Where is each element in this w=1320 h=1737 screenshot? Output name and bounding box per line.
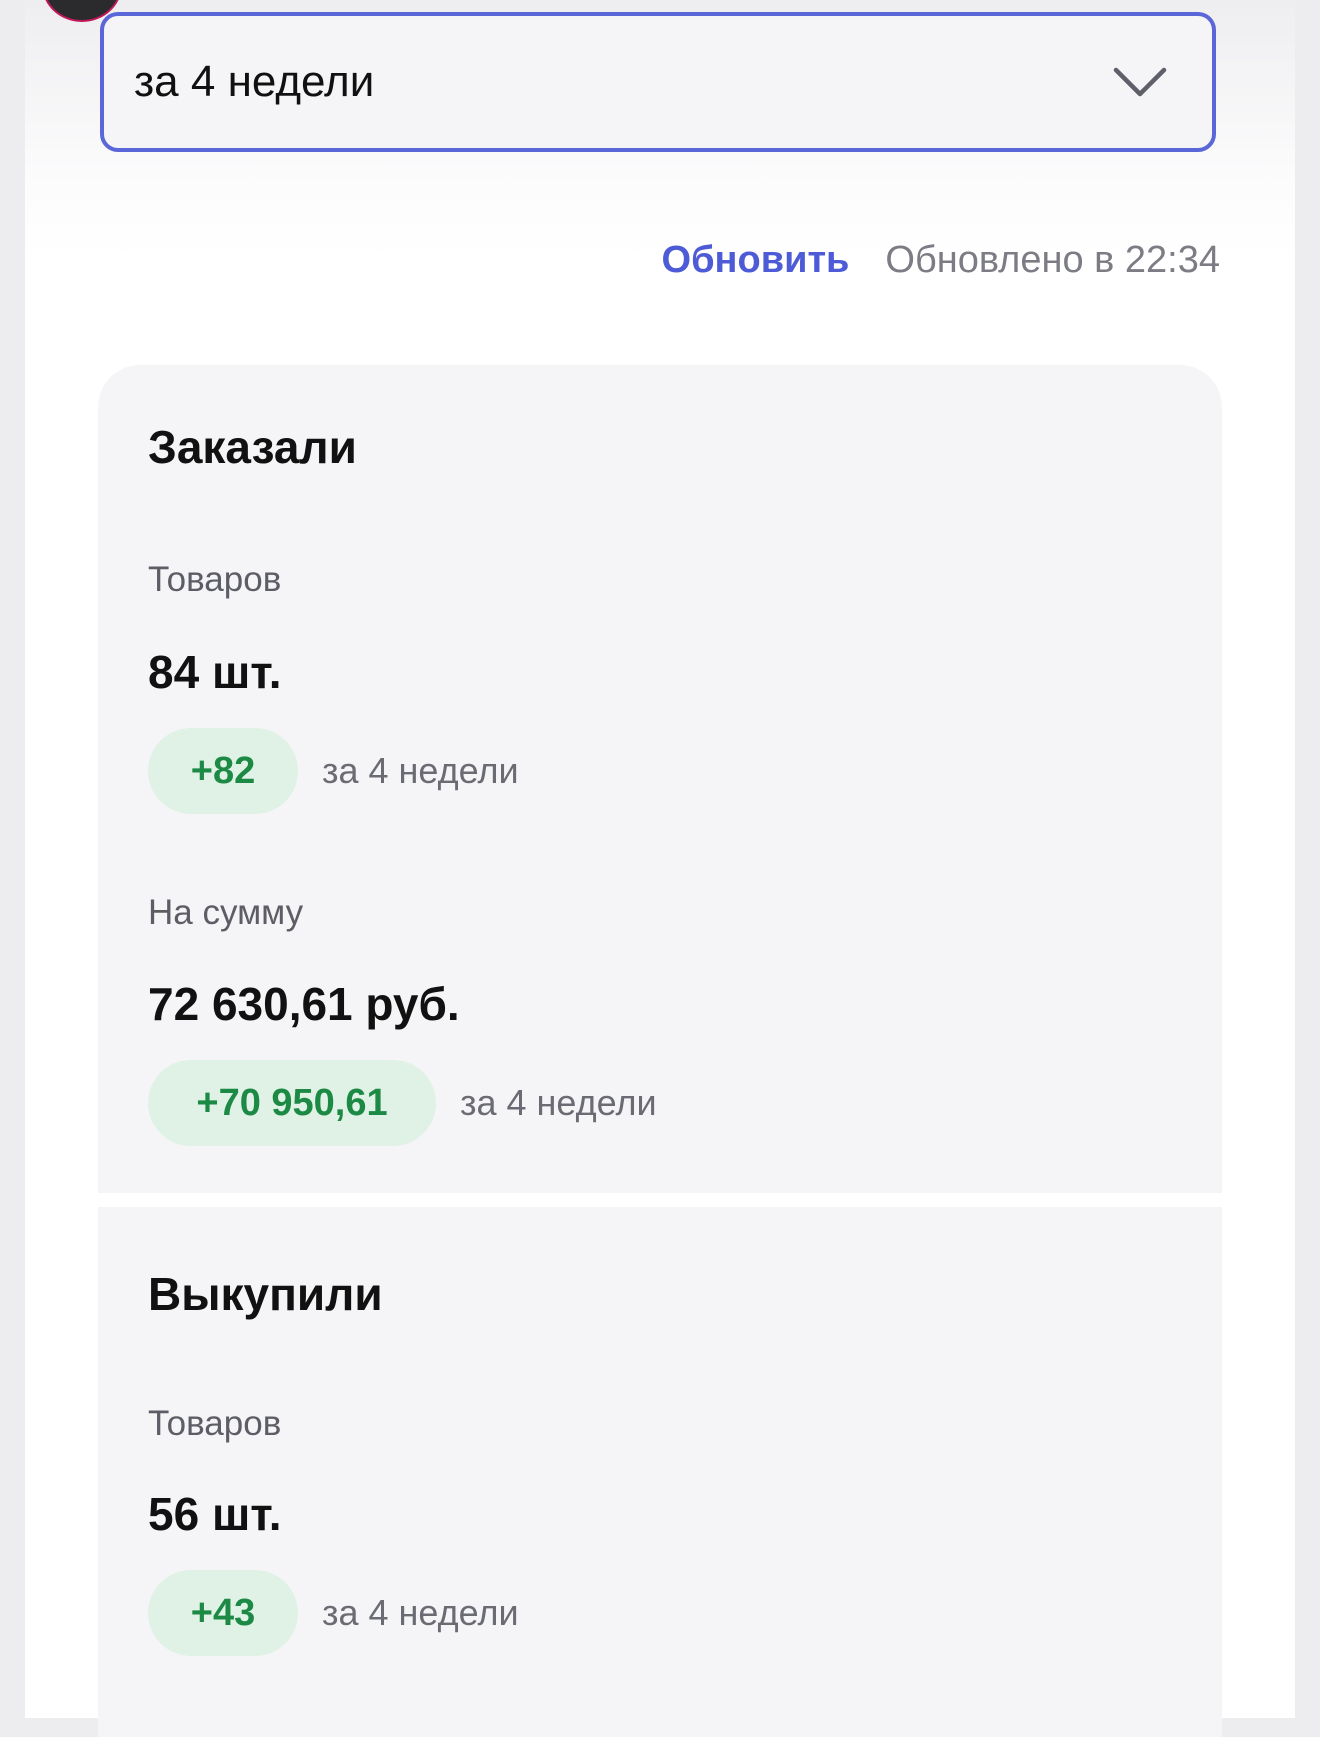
ordered-items-delta-badge: +82: [148, 728, 298, 814]
bought-card: Выкупили Товаров 56 шт. +43 за 4 недели: [98, 1207, 1222, 1737]
bought-title: Выкупили: [148, 1268, 383, 1320]
ordered-card: Заказали Товаров 84 шт. +82 за 4 недели …: [98, 365, 1222, 1193]
bought-items-delta-row: +43 за 4 недели: [148, 1570, 519, 1656]
ordered-sum-label: На сумму: [148, 893, 304, 932]
bought-items-label: Товаров: [148, 1404, 282, 1443]
ordered-title: Заказали: [148, 421, 357, 473]
ordered-sum-delta-badge: +70 950,61: [148, 1060, 436, 1146]
bought-items-value: 56 шт.: [148, 1488, 282, 1540]
ordered-items-delta-row: +82 за 4 недели: [148, 728, 519, 814]
ordered-items-label: Товаров: [148, 560, 282, 599]
period-select[interactable]: за 4 недели: [100, 12, 1216, 152]
refresh-button[interactable]: Обновить: [662, 239, 850, 282]
ordered-items-delta-period: за 4 недели: [322, 750, 519, 791]
ordered-sum-value: 72 630,61 руб.: [148, 978, 460, 1030]
ordered-sum-delta-row: +70 950,61 за 4 недели: [148, 1060, 657, 1146]
period-select-value: за 4 недели: [134, 57, 375, 106]
bought-items-delta-period: за 4 недели: [322, 1592, 519, 1633]
bought-items-delta-badge: +43: [148, 1570, 298, 1656]
ordered-sum-delta-period: за 4 недели: [460, 1082, 657, 1123]
updated-timestamp: Обновлено в 22:34: [885, 238, 1220, 281]
ordered-items-value: 84 шт.: [148, 646, 282, 698]
refresh-row: Обновить Обновлено в 22:34: [100, 230, 1220, 290]
chevron-down-icon: [1113, 67, 1167, 97]
